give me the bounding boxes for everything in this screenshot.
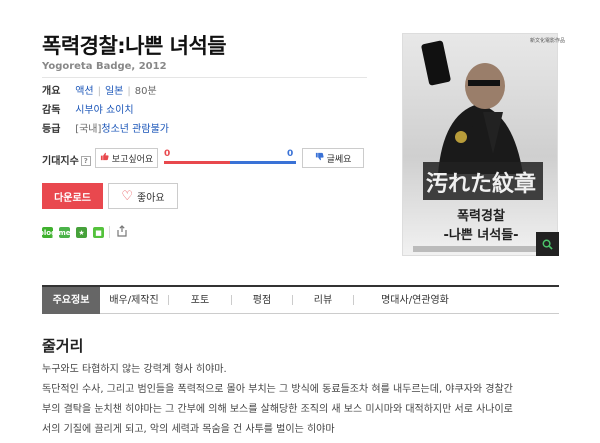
blog-icon[interactable]: blog xyxy=(39,227,56,238)
grade-label: 등급 xyxy=(42,124,61,135)
search-icon xyxy=(542,235,553,254)
overview-label: 개요 xyxy=(42,86,61,97)
synopsis-heading: 줄거리 xyxy=(42,337,84,355)
tab-5[interactable]: 명대사/연관영화 xyxy=(354,287,476,314)
square-icon[interactable]: ■ xyxy=(93,227,104,238)
share-export-icon[interactable] xyxy=(116,225,128,240)
meh-label: 글쎄요 xyxy=(326,154,352,165)
tab-3[interactable]: 평점 xyxy=(232,287,292,314)
poster-top-text: 新文化電影作品 xyxy=(530,38,566,44)
poster-kr-title-1: 폭력경찰 xyxy=(457,208,505,224)
country-link[interactable]: 일본 xyxy=(105,86,123,97)
want-label: 보고싶어요 xyxy=(111,154,154,165)
synopsis-line: 부의 결탁을 눈치챈 히야마는 그 간부에 의해 보스를 살해당한 조직의 새 … xyxy=(42,404,513,415)
like-label: 좋아요 xyxy=(137,192,165,204)
director-link[interactable]: 시부야 쇼이치 xyxy=(75,105,133,116)
detail-tabs: 주요정보 배우/제작진 포토 평점 리뷰 명대사/연관영화 xyxy=(42,285,559,314)
movie-title: 폭력경찰:나쁜 녀석들 xyxy=(42,34,227,58)
info-director-row: 감독 시부야 쇼이치 xyxy=(42,104,134,118)
star-icon[interactable]: ★ xyxy=(76,227,87,238)
runtime-value: 80분 xyxy=(134,86,157,97)
movie-poster[interactable]: 汚れた紋章 폭력경찰 -나쁜 녀석들- xyxy=(402,33,558,256)
meh-bar xyxy=(230,161,296,164)
expectation-label: 기대지수? xyxy=(42,152,91,167)
tab-0[interactable]: 주요정보 xyxy=(42,286,100,314)
poster-jp-title: 汚れた紋章 xyxy=(426,171,536,197)
grade-link[interactable]: 청소년 관람불가 xyxy=(101,124,169,135)
share-divider xyxy=(109,226,110,238)
synopsis-line: 서의 기질에 끌리게 되고, 악의 세력과 목숨을 건 사투를 벌이는 히야마 xyxy=(42,424,335,435)
meh-count: 0 xyxy=(287,149,294,159)
tab-4[interactable]: 리뷰 xyxy=(293,287,353,314)
info-overview-row: 개요 액션 | 일본 | 80분 xyxy=(42,86,157,97)
poster-kr-title-2: -나쁜 녀석들- xyxy=(443,227,518,243)
thumbs-up-icon xyxy=(100,152,109,164)
want-count: 0 xyxy=(164,149,171,159)
synopsis-text: 누구와도 타협하지 않는 강력계 형사 히야마. 독단적인 수사, 그리고 범인… xyxy=(42,360,572,440)
tab-2[interactable]: 포토 xyxy=(169,287,231,314)
movie-original-title: Yogoreta Badge, 2012 xyxy=(42,61,167,72)
synopsis-line: 누구와도 타협하지 않는 강력계 형사 히야마. xyxy=(42,364,227,375)
grade-region: [국내] xyxy=(75,124,102,135)
poster-zoom-button[interactable] xyxy=(536,232,559,256)
help-icon[interactable]: ? xyxy=(80,156,91,166)
download-button[interactable]: 다운로드 xyxy=(42,183,103,209)
heart-icon: ♡ xyxy=(121,188,134,204)
meh-button[interactable]: 글쎄요 xyxy=(302,148,364,168)
thumbs-down-icon xyxy=(315,152,324,164)
want-to-see-button[interactable]: 보고싶어요 xyxy=(95,148,158,168)
synopsis-line: 독단적인 수사, 그리고 범인들을 폭력적으로 몰아 부치는 그 방식에 동료들… xyxy=(42,384,513,395)
talk-icon[interactable]: me xyxy=(58,227,71,238)
genre-link[interactable]: 액션 xyxy=(75,86,93,97)
info-rating-row: 등급 [국내]청소년 관람불가 xyxy=(42,123,169,137)
like-button[interactable]: ♡ 좋아요 xyxy=(108,183,178,209)
title-divider xyxy=(42,77,367,78)
director-label: 감독 xyxy=(42,105,61,116)
tab-1[interactable]: 배우/제작진 xyxy=(100,287,168,314)
want-bar xyxy=(164,161,230,164)
